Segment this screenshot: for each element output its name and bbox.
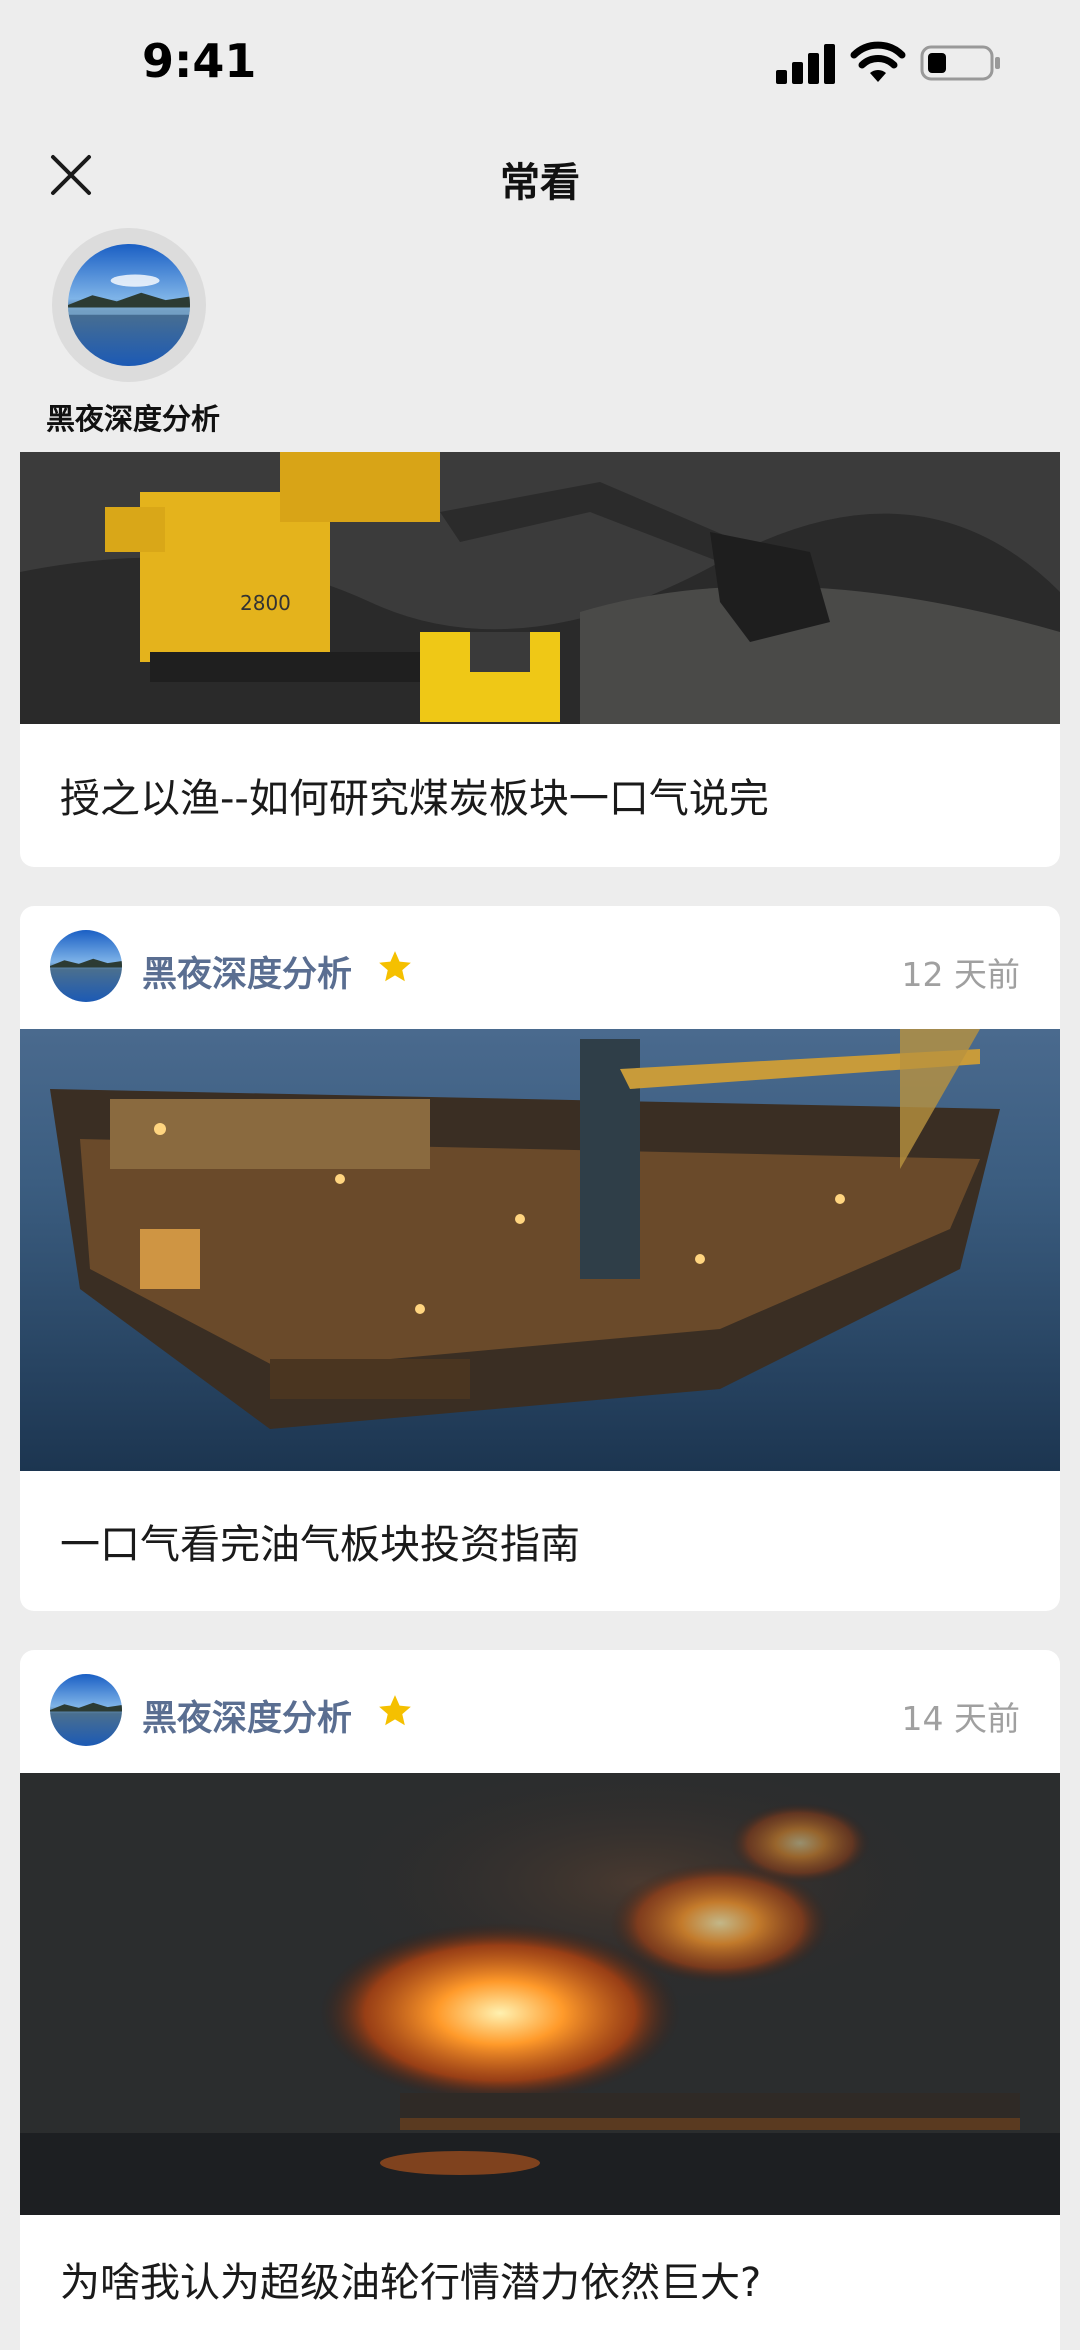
battery-icon [920, 45, 1000, 81]
star-icon [379, 1695, 411, 1726]
author-name[interactable]: 黑夜深度分析 [142, 946, 352, 997]
svg-text:2800: 2800 [240, 591, 291, 615]
article-image-oil-platform [20, 1029, 1060, 1471]
avatar[interactable] [50, 1674, 122, 1746]
favorite-account[interactable]: 黑夜深度分析 [40, 226, 240, 441]
favorite-account-name: 黑夜深度分析 [46, 402, 221, 436]
star-icon [379, 951, 411, 982]
wifi-icon [850, 41, 906, 82]
status-time: 9:41 [142, 34, 257, 88]
article-card[interactable]: 黑夜深度分析 14 天前 为啥我认为超级油轮行情潜力依然巨大? [20, 1650, 1060, 2350]
article-title: 为啥我认为超级油轮行情潜力依然巨大? [60, 2260, 762, 2306]
page-title: 常看 [500, 160, 580, 206]
article-image-burning-tanker [20, 1773, 1060, 2215]
article-header: 黑夜深度分析 14 天前 [20, 1650, 1060, 1773]
article-title: 一口气看完油气板块投资指南 [60, 1522, 580, 1568]
favorite-account-avatar-ring [52, 228, 206, 382]
publish-time: 12 天前 [901, 955, 1020, 994]
avatar [68, 244, 190, 366]
author-name[interactable]: 黑夜深度分析 [142, 1690, 352, 1741]
avatar[interactable] [50, 930, 122, 1002]
cellular-signal-icon [776, 44, 838, 84]
publish-time: 14 天前 [901, 1699, 1020, 1738]
article-card[interactable]: 2800 授之以渔--如何研究煤炭板块一口气说完 [20, 452, 1060, 867]
article-card[interactable]: 黑夜深度分析 12 天前 一口气看完油气板块投资指南 [20, 906, 1060, 1611]
status-bar: 9:41 [0, 0, 1080, 125]
article-title: 授之以渔--如何研究煤炭板块一口气说完 [60, 776, 769, 822]
article-header: 黑夜深度分析 12 天前 [20, 906, 1060, 1029]
article-image-coal-excavator: 2800 [20, 452, 1060, 724]
